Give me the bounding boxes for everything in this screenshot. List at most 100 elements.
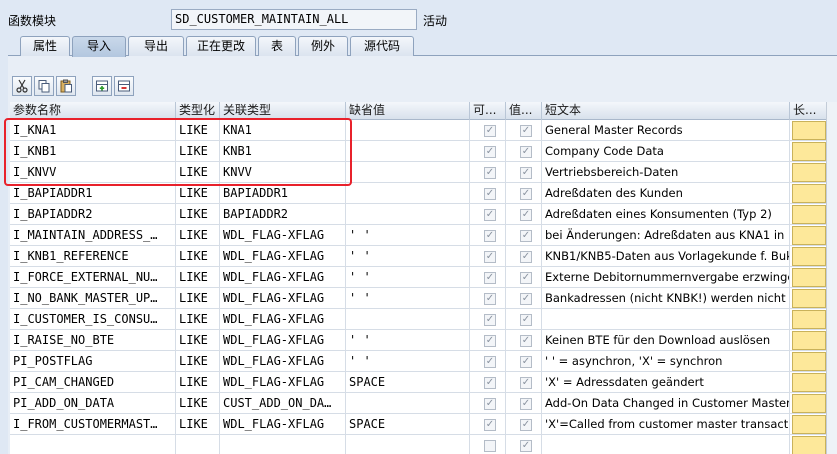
long-text-button[interactable] xyxy=(792,436,826,454)
table-row[interactable]: I_CUSTOMER_IS_CONSU… LIKE WDL_FLAG-XFLAG ✓ ✓ xyxy=(10,309,837,330)
cell-default-value[interactable]: SPACE xyxy=(346,414,470,435)
cell-reference-type[interactable]: KNVV xyxy=(220,162,346,183)
table-row[interactable]: I_KNB1_REFERENCE LIKE WDL_FLAG-XFLAG ' ' KNB… xyxy=(10,246,837,267)
long-text-button[interactable] xyxy=(792,289,826,308)
cell-typing[interactable] xyxy=(176,435,220,454)
long-text-button[interactable] xyxy=(792,226,826,245)
cell-default-value[interactable]: ' ' xyxy=(346,225,470,246)
cell-short-text[interactable] xyxy=(542,435,790,454)
copy-icon[interactable] xyxy=(34,76,54,96)
long-text-button[interactable] xyxy=(792,142,826,161)
cell-default-value[interactable] xyxy=(346,435,470,454)
long-text-button[interactable] xyxy=(792,205,826,224)
cell-typing[interactable]: LIKE xyxy=(176,267,220,288)
tab-changing[interactable]: 正在更改 xyxy=(186,36,256,56)
cell-parameter[interactable]: I_RAISE_NO_BTE xyxy=(10,330,176,351)
cell-parameter[interactable]: I_BAPIADDR1 xyxy=(10,183,176,204)
cell-parameter[interactable]: I_KNB1_REFERENCE xyxy=(10,246,176,267)
cell-short-text[interactable]: Bankadressen (nicht KNBK!) werden nicht … xyxy=(542,288,790,309)
pass-value-checkbox[interactable]: ✓ xyxy=(520,188,532,200)
long-text-button[interactable] xyxy=(792,310,826,329)
table-row[interactable]: I_FROM_CUSTOMERMAST… LIKE WDL_FLAG-XFLAG SP… xyxy=(10,414,837,435)
long-text-button[interactable] xyxy=(792,163,826,182)
cell-short-text[interactable]: Externe Debitornummernvergabe erzwingen xyxy=(542,267,790,288)
long-text-button[interactable] xyxy=(792,394,826,413)
cell-parameter[interactable]: I_FROM_CUSTOMERMAST… xyxy=(10,414,176,435)
long-text-button[interactable] xyxy=(792,352,826,371)
optional-checkbox[interactable]: ✓ xyxy=(484,335,496,347)
long-text-button[interactable] xyxy=(792,268,826,287)
pass-value-checkbox[interactable]: ✓ xyxy=(520,335,532,347)
pass-value-checkbox[interactable]: ✓ xyxy=(520,167,532,179)
cell-parameter[interactable]: PI_CAM_CHANGED xyxy=(10,372,176,393)
cell-parameter[interactable]: I_CUSTOMER_IS_CONSU… xyxy=(10,309,176,330)
column-header-parameter[interactable]: 参数名称 xyxy=(10,102,176,120)
optional-checkbox[interactable]: ✓ xyxy=(484,377,496,389)
cell-reference-type[interactable]: WDL_FLAG-XFLAG xyxy=(220,372,346,393)
vertical-scrollbar[interactable] xyxy=(826,102,837,454)
cell-short-text[interactable]: KNB1/KNB5-Daten aus Vorlagekunde f. Buk… xyxy=(542,246,790,267)
cell-reference-type[interactable]: WDL_FLAG-XFLAG xyxy=(220,309,346,330)
paste-icon[interactable] xyxy=(56,76,76,96)
cell-default-value[interactable] xyxy=(346,120,470,141)
table-row[interactable]: I_BAPIADDR2 LIKE BAPIADDR2 Adreßdaten eines… xyxy=(10,204,837,225)
cell-typing[interactable]: LIKE xyxy=(176,225,220,246)
cell-short-text[interactable]: Add-On Data Changed in Customer Master xyxy=(542,393,790,414)
cell-reference-type[interactable]: WDL_FLAG-XFLAG xyxy=(220,267,346,288)
cell-short-text[interactable]: 'X'=Called from customer master transact… xyxy=(542,414,790,435)
pass-value-checkbox[interactable]: ✓ xyxy=(520,125,532,137)
cell-short-text[interactable] xyxy=(542,309,790,330)
table-row[interactable]: I_KNA1 LIKE KNA1 General Master Records ✓ ✓ xyxy=(10,120,837,141)
pass-value-checkbox[interactable]: ✓ xyxy=(520,314,532,326)
table-row[interactable]: I_KNB1 LIKE KNB1 Company Code Data ✓ ✓ xyxy=(10,141,837,162)
cell-typing[interactable]: LIKE xyxy=(176,414,220,435)
column-header-long-text[interactable]: 长... xyxy=(790,102,830,120)
cell-default-value[interactable]: ' ' xyxy=(346,288,470,309)
cell-default-value[interactable]: SPACE xyxy=(346,372,470,393)
cell-reference-type[interactable]: KNB1 xyxy=(220,141,346,162)
cell-default-value[interactable] xyxy=(346,393,470,414)
cell-parameter[interactable]: PI_ADD_ON_DATA xyxy=(10,393,176,414)
cell-reference-type[interactable]: WDL_FLAG-XFLAG xyxy=(220,414,346,435)
optional-checkbox[interactable]: ✓ xyxy=(484,125,496,137)
cell-reference-type[interactable]: BAPIADDR1 xyxy=(220,183,346,204)
column-header-typing[interactable]: 类型化 xyxy=(176,102,220,120)
tab-source-code[interactable]: 源代码 xyxy=(350,36,414,56)
cell-typing[interactable]: LIKE xyxy=(176,372,220,393)
column-header-reference-type[interactable]: 关联类型 xyxy=(220,102,346,120)
cell-typing[interactable]: LIKE xyxy=(176,204,220,225)
cell-default-value[interactable]: ' ' xyxy=(346,246,470,267)
cell-reference-type[interactable]: CUST_ADD_ON_DA… xyxy=(220,393,346,414)
column-header-optional[interactable]: 可... xyxy=(470,102,506,120)
optional-checkbox[interactable]: ✓ xyxy=(484,398,496,410)
optional-checkbox[interactable]: ✓ xyxy=(484,314,496,326)
cell-typing[interactable]: LIKE xyxy=(176,288,220,309)
pass-value-checkbox[interactable]: ✓ xyxy=(520,377,532,389)
cell-default-value[interactable] xyxy=(346,204,470,225)
column-header-pass-value[interactable]: 值... xyxy=(506,102,542,120)
tab-exceptions[interactable]: 例外 xyxy=(298,36,348,56)
cell-typing[interactable]: LIKE xyxy=(176,246,220,267)
cell-parameter[interactable]: I_KNB1 xyxy=(10,141,176,162)
pass-value-checkbox[interactable]: ✓ xyxy=(520,293,532,305)
cell-reference-type[interactable]: WDL_FLAG-XFLAG xyxy=(220,330,346,351)
optional-checkbox[interactable]: ✓ xyxy=(484,272,496,284)
insert-row-icon[interactable] xyxy=(92,76,112,96)
pass-value-checkbox[interactable]: ✓ xyxy=(520,209,532,221)
cell-reference-type[interactable]: WDL_FLAG-XFLAG xyxy=(220,351,346,372)
table-row[interactable]: PI_ADD_ON_DATA LIKE CUST_ADD_ON_DA… Add-On … xyxy=(10,393,837,414)
cell-typing[interactable]: LIKE xyxy=(176,183,220,204)
cell-default-value[interactable]: ' ' xyxy=(346,351,470,372)
pass-value-checkbox[interactable]: ✓ xyxy=(520,146,532,158)
tab-attributes[interactable]: 属性 xyxy=(20,36,70,56)
table-row[interactable]: I_BAPIADDR1 LIKE BAPIADDR1 Adreßdaten des K… xyxy=(10,183,837,204)
optional-checkbox[interactable] xyxy=(484,440,496,452)
cell-short-text[interactable]: bei Änderungen: Adreßdaten aus KNA1 in … xyxy=(542,225,790,246)
pass-value-checkbox[interactable]: ✓ xyxy=(520,251,532,263)
optional-checkbox[interactable]: ✓ xyxy=(484,209,496,221)
pass-value-checkbox[interactable]: ✓ xyxy=(520,230,532,242)
cell-typing[interactable]: LIKE xyxy=(176,393,220,414)
cell-parameter[interactable]: I_BAPIADDR2 xyxy=(10,204,176,225)
optional-checkbox[interactable]: ✓ xyxy=(484,251,496,263)
cell-default-value[interactable] xyxy=(346,309,470,330)
